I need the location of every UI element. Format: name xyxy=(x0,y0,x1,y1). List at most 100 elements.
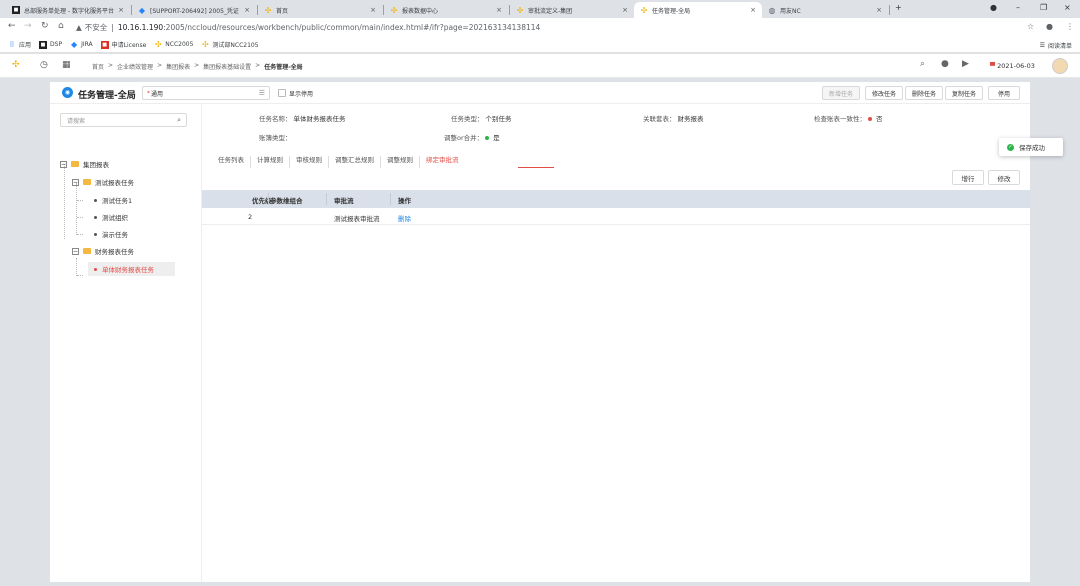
active-tab-indicator xyxy=(518,167,554,168)
tab-adjust-rules[interactable]: 调整规则 xyxy=(381,156,420,168)
back-icon[interactable]: ← xyxy=(8,21,16,31)
edit-button[interactable]: 修改 xyxy=(988,170,1020,185)
new-tab-button[interactable]: + xyxy=(895,3,902,12)
close-icon[interactable]: × xyxy=(750,6,756,14)
bookmark-jira[interactable]: ◆ JIRA xyxy=(70,40,93,49)
user-avatar[interactable] xyxy=(1052,58,1068,74)
nc-icon: ✣ xyxy=(390,5,398,15)
url-path: :2005/nccloud/resources/workbench/public… xyxy=(163,23,541,32)
task-detail-pane: 任务名称： 单体财务报表任务 任务类型： 个别任务 关联套表： 财务报表 检查账表一致… xyxy=(202,104,1030,582)
bookmarks-bar: ⠿ 应用 ■ DSP ◆ JIRA ■ 申请License ✣ NCC2005 … xyxy=(0,37,1080,53)
close-icon[interactable]: × xyxy=(118,6,124,14)
check-circle-icon: ✓ xyxy=(1007,143,1014,151)
table-row[interactable]: 2 测试报表审批流 删除 xyxy=(202,208,1030,225)
bookmark-ncc2005[interactable]: ✣ NCC2005 xyxy=(154,40,194,49)
breadcrumb-item[interactable]: 集团报表 xyxy=(166,62,190,71)
reading-list-icon: ☰ xyxy=(1039,42,1045,49)
browser-tab[interactable]: ◍ 用友NC × xyxy=(762,2,888,18)
breadcrumb-home[interactable]: 首页 xyxy=(92,62,104,71)
browser-tab[interactable]: ■ 总部服务单处理 - 数字化服务平台 × xyxy=(6,2,130,18)
show-disabled-checkbox[interactable] xyxy=(278,89,286,97)
new-task-button[interactable]: 新增任务 xyxy=(822,86,860,100)
more-menu-icon[interactable]: ⋮ xyxy=(1066,22,1074,31)
clock-icon[interactable]: ◷ xyxy=(40,60,48,70)
close-icon[interactable]: × xyxy=(876,6,882,14)
tab-title: 报表数据中心 xyxy=(402,7,439,15)
org-selector[interactable]: * 通用 ☰ xyxy=(142,86,270,100)
account-icon[interactable]: ● xyxy=(1046,22,1053,31)
tree-node-single-fin-task[interactable]: 单体财务报表任务 xyxy=(88,262,175,276)
nc-icon: ✣ xyxy=(516,5,524,15)
delete-task-button[interactable]: 删除任务 xyxy=(905,86,943,100)
tab-audit-rules[interactable]: 审核规则 xyxy=(290,156,329,168)
close-icon[interactable]: × xyxy=(244,6,250,14)
disable-button[interactable]: 停用 xyxy=(988,86,1020,100)
ledger-type-field: 账簿类型： xyxy=(259,134,292,142)
tree-search-input[interactable]: 请搜索 ⌕ xyxy=(60,113,187,127)
edit-task-button[interactable]: 修改任务 xyxy=(865,86,903,100)
bookmark-star-icon[interactable]: ☆ xyxy=(1027,22,1034,31)
delete-link[interactable]: 删除 xyxy=(398,213,411,223)
browser-tab-active[interactable]: ✣ 任务管理-全局 × xyxy=(634,2,762,18)
list-icon[interactable]: ☰ xyxy=(259,89,265,97)
breadcrumb-item[interactable]: 企业绩效管理 xyxy=(117,62,153,71)
tab-title: 审批流定义-集团 xyxy=(528,7,573,15)
url-separator: | xyxy=(111,23,114,32)
tree-node-group-report[interactable]: − 集团报表 xyxy=(60,157,109,171)
tree-node-test-task-1[interactable]: 测试任务1 xyxy=(94,193,132,207)
minimize-icon[interactable]: – xyxy=(1016,3,1020,12)
browser-tab[interactable]: ✣ 首页 × xyxy=(258,2,382,18)
tree-node-test-task-group[interactable]: − 测试报表任务 xyxy=(72,175,134,189)
browser-tab[interactable]: ✣ 报表数据中心 × xyxy=(384,2,508,18)
reading-list[interactable]: ☰ 阅读清单 xyxy=(1040,41,1072,50)
building-icon[interactable]: ▦ xyxy=(62,60,71,70)
tab-calc-rules[interactable]: 计算规则 xyxy=(251,156,290,168)
video-icon[interactable]: ▶ xyxy=(962,59,969,69)
bookmark-label: 申请License xyxy=(111,42,147,49)
tree-node-test-org[interactable]: 测试组织 xyxy=(94,210,128,224)
jira-icon: ◆ xyxy=(70,40,78,49)
browser-tab[interactable]: ◆ [SUPPORT-206492] 2005_凭证 × xyxy=(132,2,256,18)
bookmark-dsp[interactable]: ■ DSP xyxy=(39,40,62,49)
reading-list-label: 阅读清单 xyxy=(1047,43,1072,50)
tab-task-list[interactable]: 任务列表 xyxy=(212,156,251,168)
close-icon[interactable]: × xyxy=(622,6,628,14)
tree-node-demo-task[interactable]: 演示任务 xyxy=(94,227,128,241)
copy-task-button[interactable]: 复制任务 xyxy=(945,86,983,100)
profile-menu-icon[interactable]: ● xyxy=(990,3,997,12)
home-icon[interactable]: ⌂ xyxy=(58,21,64,31)
business-date[interactable]: ▀ 2021-06-03 xyxy=(990,62,1035,70)
task-app-icon: ◉ xyxy=(62,87,73,98)
add-row-button[interactable]: 增行 xyxy=(952,170,984,185)
browser-tab[interactable]: ✣ 审批流定义-集团 × xyxy=(510,2,634,18)
tab-bind-approval-flow[interactable]: 绑定审批流 xyxy=(420,156,465,168)
column-header-params[interactable]: 参数维组合 xyxy=(270,195,303,205)
collapse-icon[interactable]: − xyxy=(72,178,79,186)
nc-icon: ✣ xyxy=(154,40,162,49)
reload-icon[interactable]: ↻ xyxy=(41,21,49,31)
tree-node-fin-task-group[interactable]: − 财务报表任务 xyxy=(72,244,134,258)
column-header-action[interactable]: 操作 xyxy=(398,195,411,205)
folder-icon xyxy=(83,179,91,185)
bookmark-label: 应用 xyxy=(19,42,32,49)
tab-adjust-summary-rules[interactable]: 调整汇总规则 xyxy=(329,156,381,168)
tree-node-label: 测试组织 xyxy=(102,214,128,222)
collapse-icon[interactable]: − xyxy=(72,247,79,255)
bookmark-license[interactable]: ■ 申请License xyxy=(100,40,147,49)
search-icon[interactable]: ⌕ xyxy=(177,116,181,125)
bullet-icon xyxy=(94,198,97,202)
collapse-icon[interactable]: − xyxy=(60,160,67,168)
forward-icon[interactable]: → xyxy=(24,21,32,31)
message-icon[interactable]: ● xyxy=(941,59,949,69)
close-window-icon[interactable]: × xyxy=(1064,3,1071,12)
url-input[interactable]: ▲ 不安全 | 10.16.1.190 :2005/nccloud/resour… xyxy=(76,20,1051,35)
column-header-approval-flow[interactable]: 审批流 xyxy=(334,195,354,205)
bookmark-apps[interactable]: ⠿ 应用 xyxy=(8,40,32,50)
restore-icon[interactable]: ❐ xyxy=(1040,3,1047,12)
search-icon[interactable]: ⌕ xyxy=(920,59,925,69)
app-logo-icon[interactable]: ✣ xyxy=(12,60,20,70)
close-icon[interactable]: × xyxy=(370,6,376,14)
bookmark-ncc2105[interactable]: ✣ 测试部NCC2105 xyxy=(201,40,259,49)
close-icon[interactable]: × xyxy=(496,6,502,14)
breadcrumb-item[interactable]: 集团报表基础设置 xyxy=(203,62,251,71)
